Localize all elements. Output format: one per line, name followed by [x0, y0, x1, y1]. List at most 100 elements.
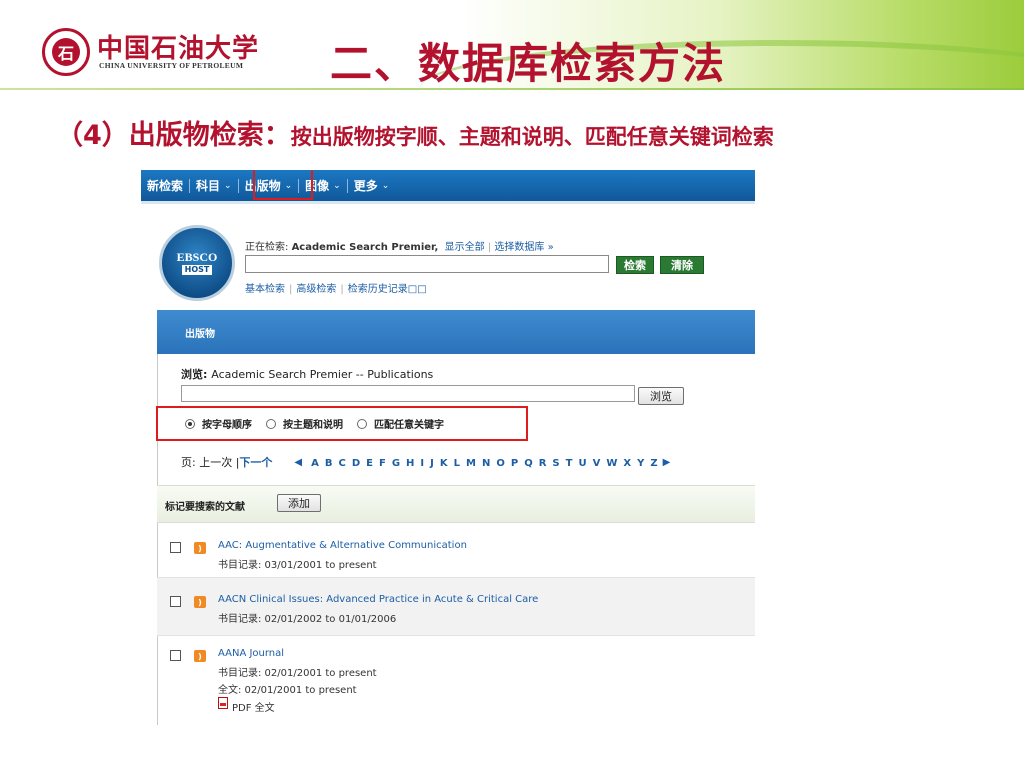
chevron-down-icon: ⌄ — [224, 180, 232, 191]
alphabet-letter-e[interactable]: E — [366, 458, 373, 469]
pdf-icon — [218, 697, 228, 709]
link-separator: | — [289, 284, 293, 295]
nav-images-label: 图像 — [305, 179, 330, 193]
result-coverage: 书目记录: 02/01/2002 to 01/01/2006 — [218, 614, 397, 625]
browse-button[interactable]: 浏览 — [638, 387, 684, 405]
nav-publications[interactable]: 出版物 ⌄ — [239, 177, 299, 194]
alphabet-letter-y[interactable]: Y — [637, 458, 644, 469]
radio-alphabetical-label: 按字母顺序 — [202, 420, 252, 431]
alphabet-letter-p[interactable]: P — [511, 458, 518, 469]
radio-subject[interactable] — [266, 418, 276, 429]
show-all-link[interactable]: 显示全部 — [445, 242, 485, 253]
advanced-search-link[interactable]: 高级检索 — [296, 284, 336, 295]
browse-input[interactable] — [181, 385, 635, 402]
mark-bar — [157, 485, 755, 523]
result-title-link[interactable]: AANA Journal — [218, 648, 284, 659]
alphabet-letter-d[interactable]: D — [352, 458, 360, 469]
searching-database: Academic Search Premier, — [291, 242, 439, 253]
radio-alphabetical[interactable] — [185, 418, 195, 429]
clear-button[interactable]: 清除 — [660, 256, 704, 274]
caret-right-icon[interactable]: ▶ — [663, 457, 671, 468]
pdf-fulltext-link[interactable]: PDF 全文 — [232, 699, 275, 714]
alphabet-letter-z[interactable]: Z — [650, 458, 657, 469]
result-fulltext-coverage: 全文: 02/01/2001 to present — [218, 685, 357, 696]
search-button[interactable]: 检索 — [616, 256, 654, 274]
nav-more[interactable]: 更多 ⌄ — [348, 177, 396, 194]
browse-label: 浏览: Academic Search Premier -- Publicati… — [181, 366, 433, 382]
searching-prefix: 正在检索: — [245, 242, 292, 253]
alphabet-links: ABCDEFGHIJKLMNOPQRSTUVWXYZ — [308, 456, 660, 469]
radio-keyword[interactable] — [357, 418, 367, 429]
search-mode-links: 基本检索 | 高级检索 | 检索历史记录□□ — [245, 280, 427, 295]
result-checkbox[interactable] — [170, 542, 181, 553]
result-checkbox[interactable] — [170, 596, 181, 607]
nav-images[interactable]: 图像 ⌄ — [299, 177, 347, 194]
pager-prefix: 页: 上一次 | — [181, 456, 240, 469]
search-input[interactable] — [245, 255, 609, 273]
caret-left-icon[interactable]: ◀ — [294, 457, 302, 468]
alphabet-letter-c[interactable]: C — [338, 458, 345, 469]
nav-subjects-label: 科目 — [196, 179, 221, 193]
nav-publications-label: 出版物 — [244, 179, 281, 193]
radio-keyword-label: 匹配任意关键字 — [374, 420, 444, 431]
alphabet-letter-o[interactable]: O — [496, 458, 505, 469]
alphabet-letter-v[interactable]: V — [593, 458, 601, 469]
alphabet-letter-h[interactable]: H — [406, 458, 414, 469]
result-row — [157, 578, 755, 636]
ebsco-navbar: 新检索 科目 ⌄ 出版物 ⌄ 图像 ⌄ 更多 ⌄ — [141, 170, 755, 204]
university-logo-en: CHINA UNIVERSITY OF PETROLEUM — [99, 61, 244, 70]
browse-target: Academic Search Premier -- Publications — [211, 368, 434, 381]
alphabet-letter-g[interactable]: G — [392, 458, 400, 469]
rss-feed-icon[interactable]: ) — [194, 596, 206, 608]
nav-subjects[interactable]: 科目 ⌄ — [190, 177, 238, 194]
alphabet-letter-s[interactable]: S — [552, 458, 559, 469]
chevron-down-icon: ⌄ — [381, 180, 390, 191]
result-checkbox[interactable] — [170, 650, 181, 661]
alphabet-letter-n[interactable]: N — [482, 458, 490, 469]
searching-line: 正在检索: Academic Search Premier, 显示全部 | 选择… — [245, 238, 554, 253]
subtitle-detail: 按出版物按字顺、主题和说明、匹配任意关键词检索 — [290, 125, 774, 149]
browse-prefix: 浏览: — [181, 368, 212, 381]
link-separator: | — [340, 284, 344, 295]
pager-next-link[interactable]: 下一个 — [239, 454, 272, 470]
browse-mode-radios: 按字母顺序 按主题和说明 匹配任意关键字 — [185, 416, 458, 431]
basic-search-link[interactable]: 基本检索 — [245, 284, 285, 295]
link-separator: | — [487, 242, 492, 253]
result-title-link[interactable]: AAC: Augmentative & Alternative Communic… — [218, 540, 467, 551]
alphabet-letter-f[interactable]: F — [379, 458, 386, 469]
radio-subject-label: 按主题和说明 — [283, 420, 343, 431]
chevron-down-icon: ⌄ — [284, 180, 293, 191]
rss-feed-icon[interactable]: ) — [194, 650, 206, 662]
result-coverage: 书目记录: 02/01/2001 to present — [218, 668, 377, 679]
chevron-down-icon: ⌄ — [333, 180, 341, 191]
nav-more-label: 更多 — [353, 179, 378, 193]
alphabet-letter-q[interactable]: Q — [524, 458, 533, 469]
mark-label: 标记要搜索的文献 — [165, 502, 245, 513]
add-button[interactable]: 添加 — [277, 494, 321, 512]
slide-title: 二、数据库检索方法 — [330, 39, 727, 88]
alphabet-letter-t[interactable]: T — [566, 458, 573, 469]
slide-subtitle: （4）出版物检索：按出版物按字顺、主题和说明、匹配任意关键词检索 — [56, 113, 774, 152]
alphabet-letter-i[interactable]: I — [420, 458, 424, 469]
alphabet-letter-l[interactable]: L — [454, 458, 460, 469]
alphabet-letter-r[interactable]: R — [539, 458, 547, 469]
alphabet-letter-a[interactable]: A — [311, 458, 319, 469]
alphabet-letter-j[interactable]: J — [430, 458, 434, 469]
result-title-link[interactable]: AACN Clinical Issues: Advanced Practice … — [218, 594, 538, 605]
host-logo-text: HOST — [181, 265, 213, 275]
alphabet-letter-x[interactable]: X — [623, 458, 631, 469]
subtitle-main: （4）出版物检索： — [56, 120, 291, 151]
alphabet-letter-b[interactable]: B — [325, 458, 333, 469]
nav-new-search-label: 新检索 — [147, 179, 184, 193]
choose-database-link[interactable]: 选择数据库 » — [494, 242, 553, 253]
nav-new-search[interactable]: 新检索 — [141, 177, 189, 194]
ebsco-screenshot: 新检索 科目 ⌄ 出版物 ⌄ 图像 ⌄ 更多 ⌄ E B S C O HOST 正在检索… — [141, 170, 755, 725]
pager: 页: 上一次 | 下一个 ◀ ABCDEFGHIJKLMNOPQRSTUVWXY… — [181, 454, 670, 470]
rss-feed-icon[interactable]: ) — [194, 542, 206, 554]
alphabet-letter-u[interactable]: U — [578, 458, 586, 469]
alphabet-letter-w[interactable]: W — [606, 458, 617, 469]
alphabet-letter-k[interactable]: K — [440, 458, 448, 469]
alphabet-letter-m[interactable]: M — [466, 458, 476, 469]
search-history-link[interactable]: 检索历史记录□□ — [348, 284, 427, 295]
university-logo-cn: 中国石油大学 — [97, 34, 260, 64]
